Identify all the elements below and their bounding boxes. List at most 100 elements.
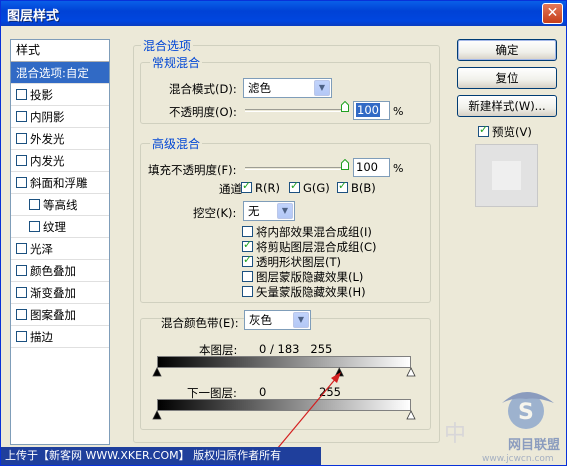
- channel-r-checkbox[interactable]: [241, 179, 252, 193]
- watermark-brand: 网目联盟: [508, 437, 560, 453]
- opacity-label: 不透明度(O):: [169, 105, 237, 119]
- style-preview-swatch: [492, 161, 521, 190]
- blend-mode-value: 滤色: [248, 81, 271, 95]
- style-item[interactable]: 混合选项:自定: [11, 62, 109, 84]
- style-item[interactable]: 内发光: [11, 150, 109, 172]
- blend-mode-select[interactable]: 滤色 ▼: [243, 78, 332, 98]
- style-item-label: 纹理: [43, 220, 66, 234]
- style-item[interactable]: 外发光: [11, 128, 109, 150]
- style-item-checkbox[interactable]: [16, 155, 27, 166]
- style-item[interactable]: 纹理: [11, 216, 109, 238]
- style-item[interactable]: 内阴影: [11, 106, 109, 128]
- knockout-select[interactable]: 无 ▼: [243, 201, 295, 221]
- style-item[interactable]: 光泽: [11, 238, 109, 260]
- fill-opacity-input[interactable]: 100: [353, 158, 390, 177]
- opacity-input[interactable]: 100: [353, 101, 390, 120]
- this-layer-black-left-thumb[interactable]: [152, 367, 162, 377]
- styles-list-header[interactable]: 样式: [11, 40, 109, 62]
- advanced-option-checkbox[interactable]: [242, 253, 253, 267]
- style-item-label: 斜面和浮雕: [30, 176, 88, 190]
- style-item-label: 渐变叠加: [30, 286, 76, 300]
- chevron-down-icon: ▼: [314, 80, 330, 96]
- this-layer-values: 0 / 183 255: [259, 342, 333, 356]
- style-item-checkbox[interactable]: [16, 243, 27, 254]
- styles-list: 样式 混合选项:自定投影内阴影外发光内发光斜面和浮雕等高线纹理光泽颜色叠加渐变叠…: [10, 39, 110, 445]
- style-item-checkbox[interactable]: [16, 309, 27, 320]
- blend-options-title: 混合选项: [141, 37, 194, 54]
- this-layer-white-thumb[interactable]: [406, 367, 416, 377]
- advanced-option-label: 矢量蒙版隐藏效果(H): [256, 285, 366, 299]
- channel-g-checkbox[interactable]: [289, 179, 300, 193]
- underlying-black-thumb[interactable]: [152, 410, 162, 420]
- layer-style-dialog: 图层样式 ✕ 样式 混合选项:自定投影内阴影外发光内发光斜面和浮雕等高线纹理光泽…: [0, 0, 567, 466]
- fill-opacity-label: 填充不透明度(F):: [148, 163, 237, 177]
- advanced-blending-title: 高级混合: [150, 135, 203, 152]
- style-item[interactable]: 渐变叠加: [11, 282, 109, 304]
- svg-text:S: S: [518, 400, 534, 425]
- close-button[interactable]: ✕: [542, 3, 563, 24]
- upload-caption: 上传于【新客网 WWW.XKER.COM】 版权归原作者所有: [1, 447, 321, 465]
- title-bar[interactable]: 图层样式 ✕: [1, 1, 566, 26]
- channel-b[interactable]: B(B): [337, 179, 376, 195]
- advanced-option-checkbox[interactable]: [242, 226, 253, 237]
- advanced-option-checkbox[interactable]: [242, 271, 253, 282]
- style-item-checkbox[interactable]: [16, 111, 27, 122]
- advanced-option-label: 透明形状图层(T): [256, 255, 341, 269]
- advanced-option-checkbox[interactable]: [242, 286, 253, 297]
- watermark-cn: 中: [444, 422, 466, 447]
- style-item-label: 颜色叠加: [30, 264, 76, 278]
- style-item[interactable]: 斜面和浮雕: [11, 172, 109, 194]
- style-item-label: 描边: [30, 330, 53, 344]
- blend-mode-label: 混合模式(D):: [169, 82, 237, 96]
- style-item-checkbox[interactable]: [29, 221, 40, 232]
- preview-option[interactable]: 预览(V): [478, 123, 532, 140]
- style-preview: [475, 144, 538, 207]
- style-item-label: 光泽: [30, 242, 53, 256]
- channel-b-checkbox[interactable]: [337, 179, 348, 193]
- advanced-option-label: 图层蒙版隐藏效果(L): [256, 270, 364, 284]
- style-item-checkbox[interactable]: [16, 265, 27, 276]
- annotation-arrow: [276, 372, 341, 450]
- advanced-option[interactable]: 矢量蒙版隐藏效果(H): [242, 284, 366, 300]
- style-item[interactable]: 颜色叠加: [11, 260, 109, 282]
- style-item-label: 图案叠加: [30, 308, 76, 322]
- blend-if-value: 灰色: [249, 313, 272, 327]
- opacity-value: 100: [356, 103, 380, 117]
- style-item[interactable]: 图案叠加: [11, 304, 109, 326]
- style-item-checkbox[interactable]: [16, 177, 27, 188]
- opacity-slider-thumb[interactable]: [341, 101, 349, 112]
- style-item-checkbox[interactable]: [16, 331, 27, 342]
- blend-if-select[interactable]: 灰色 ▼: [244, 310, 311, 330]
- opacity-slider[interactable]: [245, 109, 345, 112]
- style-item-checkbox[interactable]: [16, 287, 27, 298]
- style-item-label: 外发光: [30, 132, 65, 146]
- preview-checkbox[interactable]: [478, 123, 489, 137]
- knockout-value: 无: [248, 204, 260, 218]
- advanced-option[interactable]: 将内部效果混合成组(I): [242, 224, 372, 240]
- watermark-site: www.jcwcn.com: [482, 454, 554, 463]
- fill-opacity-slider-thumb[interactable]: [341, 159, 349, 170]
- ok-button[interactable]: 确定: [457, 39, 557, 61]
- channel-g[interactable]: G(G): [289, 179, 330, 195]
- style-item-label: 内发光: [30, 154, 65, 168]
- preview-label: 预览(V): [492, 125, 532, 139]
- style-item-label: 投影: [30, 88, 53, 102]
- style-item-checkbox[interactable]: [16, 89, 27, 100]
- style-item[interactable]: 等高线: [11, 194, 109, 216]
- style-item-checkbox[interactable]: [16, 133, 27, 144]
- style-item-checkbox[interactable]: [29, 199, 40, 210]
- fill-opacity-slider[interactable]: [245, 167, 345, 170]
- reset-button[interactable]: 复位: [457, 67, 557, 89]
- advanced-option[interactable]: 将剪贴图层混合成组(C): [242, 238, 377, 255]
- knockout-label: 挖空(K):: [193, 206, 237, 220]
- underlying-white-thumb[interactable]: [406, 410, 416, 420]
- advanced-option-checkbox[interactable]: [242, 238, 253, 252]
- new-style-button[interactable]: 新建样式(W)...: [457, 95, 557, 117]
- style-item[interactable]: 描边: [11, 326, 109, 348]
- advanced-option[interactable]: 图层蒙版隐藏效果(L): [242, 269, 363, 285]
- channel-r[interactable]: R(R): [241, 179, 280, 195]
- opacity-unit: %: [393, 105, 404, 118]
- style-item[interactable]: 投影: [11, 84, 109, 106]
- window-title: 图层样式: [7, 9, 60, 24]
- advanced-option[interactable]: 透明形状图层(T): [242, 253, 341, 270]
